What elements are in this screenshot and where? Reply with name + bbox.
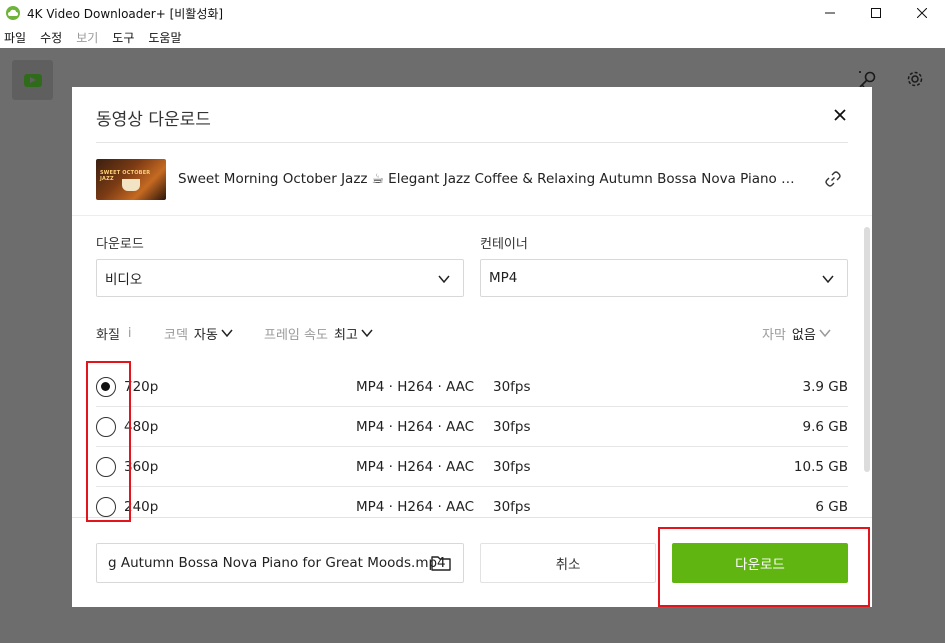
resolution-codec: MP4 · H264 · AAC bbox=[356, 379, 475, 395]
download-type-label: 다운로드 bbox=[96, 237, 144, 252]
menu-file[interactable]: 파일 bbox=[4, 29, 26, 46]
framerate-value: 최고 bbox=[333, 327, 358, 343]
resolution-row-240p[interactable]: 240p MP4 · H264 · AAC 30fps 6 GB bbox=[96, 487, 848, 517]
resolution-fps: 30fps bbox=[493, 419, 531, 435]
menu-view[interactable]: 보기 bbox=[76, 29, 98, 46]
video-title: Sweet Morning October Jazz ☕ Elegant Jaz… bbox=[178, 171, 798, 187]
quality-info-icon[interactable]: i bbox=[128, 326, 132, 341]
app-cloud-icon bbox=[6, 6, 20, 20]
link-icon[interactable] bbox=[824, 170, 842, 188]
resolution-codec: MP4 · H264 · AAC bbox=[356, 419, 475, 435]
title-bar: 4K Video Downloader+ [비활성화] bbox=[0, 0, 945, 26]
chevron-down-icon bbox=[438, 275, 450, 284]
youtube-tab[interactable] bbox=[12, 60, 53, 100]
resolution-size: 6 GB bbox=[815, 499, 848, 515]
container-select[interactable]: MP4 bbox=[480, 259, 848, 297]
chevron-down-icon bbox=[822, 275, 834, 284]
framerate-label: 프레임 속도 bbox=[264, 327, 328, 343]
chevron-down-icon bbox=[221, 329, 233, 338]
framerate-dropdown[interactable]: 프레임 속도 최고 bbox=[264, 323, 373, 343]
gear-icon[interactable] bbox=[904, 68, 926, 90]
codec-label: 코덱 bbox=[164, 327, 188, 343]
menu-help[interactable]: 도움말 bbox=[148, 29, 181, 46]
subtitles-label: 자막 bbox=[762, 327, 786, 343]
resolution-size: 3.9 GB bbox=[802, 379, 848, 395]
radio-highlight-box bbox=[86, 361, 131, 522]
chevron-down-icon bbox=[361, 329, 373, 338]
resolution-codec: MP4 · H264 · AAC bbox=[356, 459, 475, 475]
quality-label: 화질 bbox=[96, 327, 120, 343]
folder-icon[interactable] bbox=[431, 555, 451, 571]
resolution-row-360p[interactable]: 360p MP4 · H264 · AAC 30fps 10.5 GB bbox=[96, 447, 848, 487]
resolution-size: 9.6 GB bbox=[802, 419, 848, 435]
subtitles-dropdown[interactable]: 자막 없음 bbox=[762, 323, 831, 343]
resolution-row-720p[interactable]: 720p MP4 · H264 · AAC 30fps 3.9 GB bbox=[96, 367, 848, 407]
close-icon[interactable] bbox=[832, 107, 848, 123]
resolution-fps: 30fps bbox=[493, 459, 531, 475]
video-info: SWEET OCTOBER JAZZ Sweet Morning October… bbox=[96, 158, 848, 200]
menu-tools[interactable]: 도구 bbox=[112, 29, 134, 46]
resolution-fps: 30fps bbox=[493, 379, 531, 395]
menu-bar: 파일 수정 보기 도구 도움말 bbox=[0, 26, 945, 48]
menu-edit[interactable]: 수정 bbox=[40, 29, 62, 46]
cancel-button[interactable]: 취소 bbox=[480, 543, 656, 583]
resolution-codec: MP4 · H264 · AAC bbox=[356, 499, 475, 515]
quality-option: 화질 i bbox=[96, 323, 132, 343]
subtitles-value: 없음 bbox=[791, 327, 816, 343]
footer-divider bbox=[72, 517, 872, 518]
window-title: 4K Video Downloader+ [비활성화] bbox=[27, 6, 224, 21]
resolution-size: 10.5 GB bbox=[793, 459, 848, 475]
download-type-value: 비디오 bbox=[105, 272, 143, 288]
download-highlight-box bbox=[658, 527, 870, 607]
divider bbox=[96, 142, 848, 143]
coffee-cup-image bbox=[122, 178, 140, 191]
maximize-button[interactable] bbox=[853, 0, 899, 26]
codec-value: 자동 bbox=[193, 327, 218, 343]
download-type-select[interactable]: 비디오 bbox=[96, 259, 464, 297]
window-controls bbox=[807, 0, 945, 26]
video-thumbnail: SWEET OCTOBER JAZZ bbox=[96, 158, 166, 200]
save-path-field[interactable]: g Autumn Bossa Nova Piano for Great Mood… bbox=[96, 543, 464, 583]
container-value: MP4 bbox=[489, 270, 518, 286]
close-window-button[interactable] bbox=[899, 0, 945, 26]
dialog-title: 동영상 다운로드 bbox=[96, 110, 211, 130]
resolution-fps: 30fps bbox=[493, 499, 531, 515]
resolution-row-480p[interactable]: 480p MP4 · H264 · AAC 30fps 9.6 GB bbox=[96, 407, 848, 447]
youtube-icon bbox=[23, 73, 42, 87]
minimize-button[interactable] bbox=[807, 0, 853, 26]
codec-dropdown[interactable]: 코덱 자동 bbox=[164, 323, 233, 343]
save-path-value: g Autumn Bossa Nova Piano for Great Mood… bbox=[108, 555, 446, 571]
chevron-down-icon bbox=[819, 329, 831, 338]
container-label: 컨테이너 bbox=[480, 237, 528, 252]
settings-scrollbar[interactable] bbox=[864, 227, 870, 472]
